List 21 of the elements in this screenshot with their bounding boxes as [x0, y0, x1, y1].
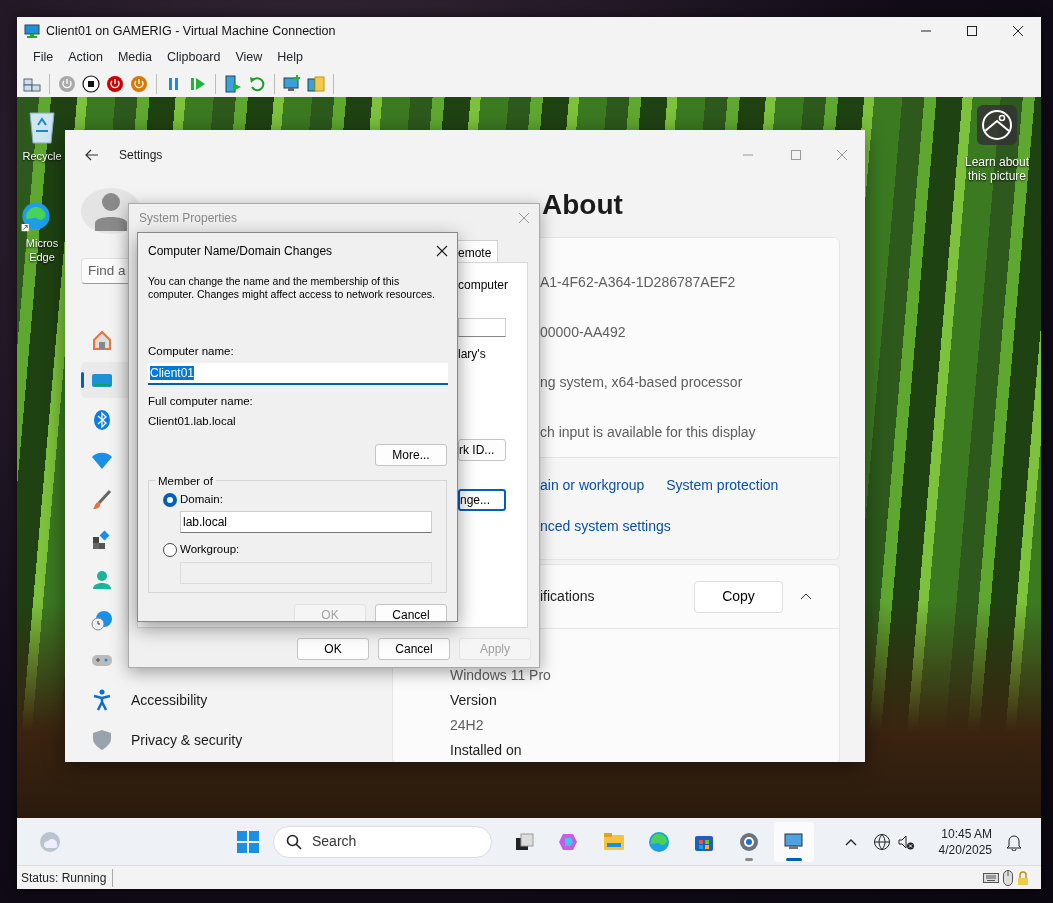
info-value: 00000-AA492 — [540, 322, 626, 342]
spec-value: 24H2 — [449, 716, 485, 735]
section-title: ifications — [540, 587, 595, 606]
window-title: Settings — [119, 147, 163, 164]
dialog-title: Computer Name/Domain Changes — [148, 243, 333, 260]
dialog-title: System Properties — [139, 210, 238, 227]
info-value: A1-4F62-A364-1D286787AEF2 — [540, 272, 736, 292]
window-title: Client01 on GAMERIG - Virtual Machine Connection — [46, 22, 336, 40]
info-value: ch input is available for this display — [540, 422, 756, 442]
field-label: Full computer name: — [148, 394, 254, 410]
spec-label: Version — [449, 691, 498, 710]
page-heading: About — [542, 188, 623, 222]
status-text: Status: Running — [17, 868, 114, 887]
spec-label: Installed on — [449, 741, 523, 760]
description-text: lary's — [458, 346, 487, 363]
info-value: ng system, x64-based processor — [540, 372, 743, 392]
spec-value: Windows 11 Pro — [449, 666, 552, 685]
field-label: Computer name: — [148, 344, 235, 359]
description-text: computer — [458, 277, 506, 294]
description-text: You can change the name and the membership of this computer. Changes might affect access to network resources. — [148, 275, 436, 301]
full-name-value: Client01.lab.local — [148, 413, 237, 429]
